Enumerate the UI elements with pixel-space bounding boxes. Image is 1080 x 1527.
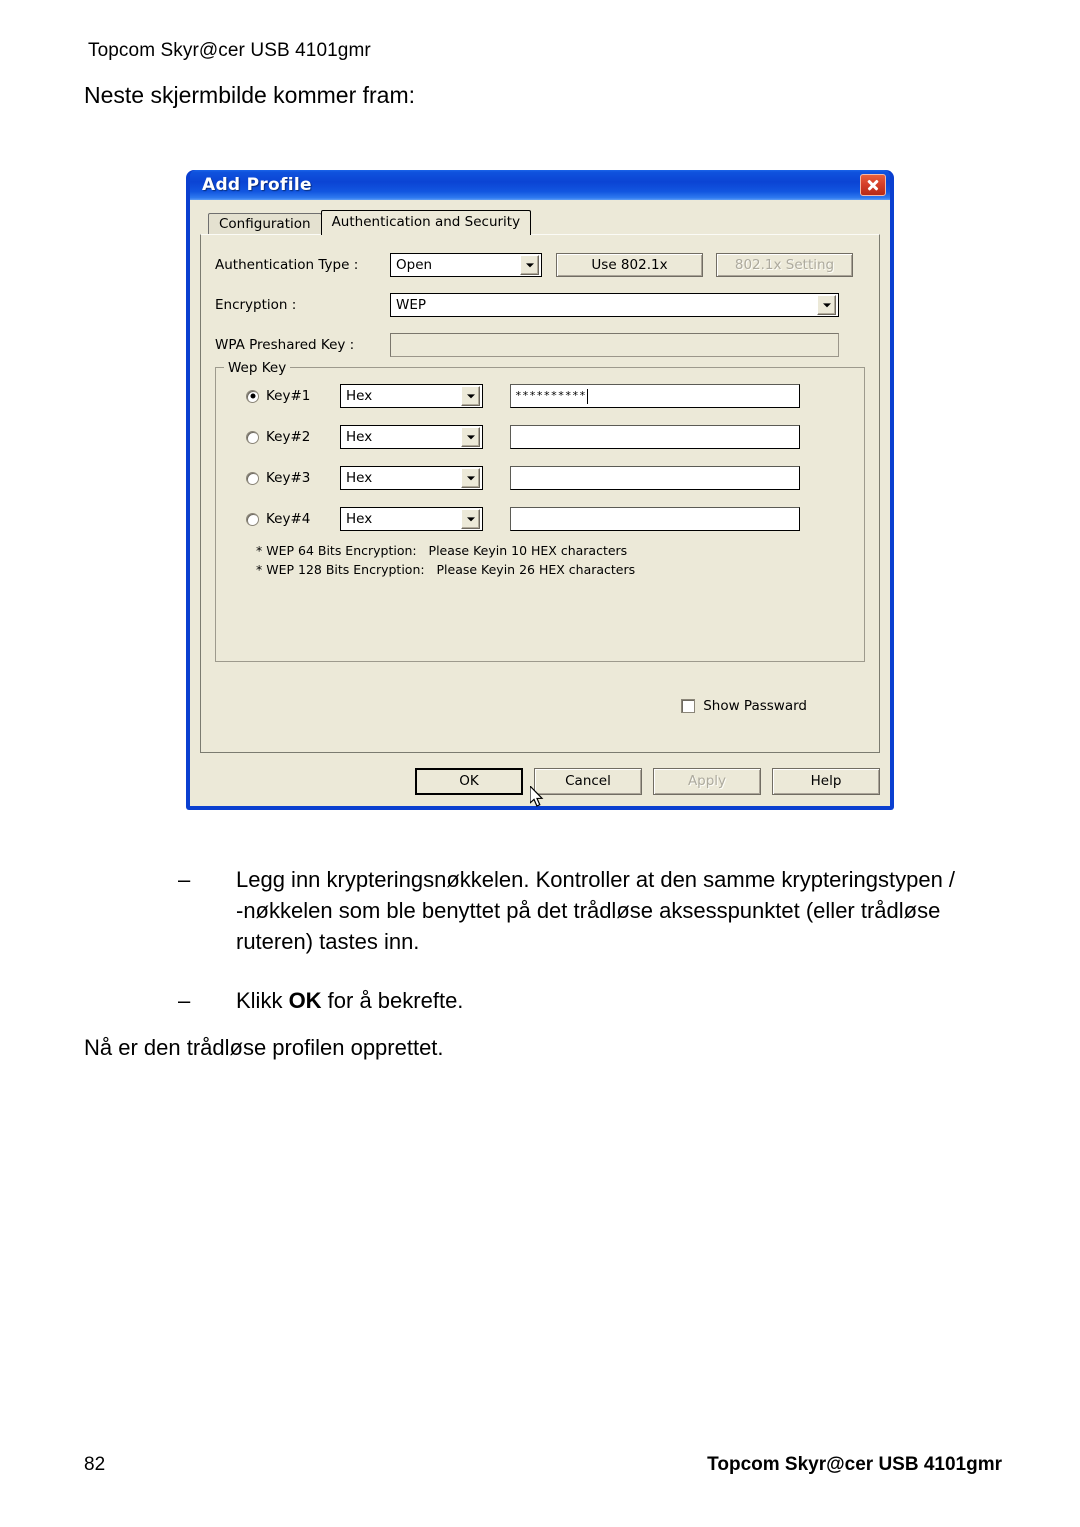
wep-key-format-select-4[interactable]: Hex <box>340 507 483 531</box>
cancel-button-label: Cancel <box>565 773 611 789</box>
wep-key-input-3[interactable] <box>510 466 800 490</box>
chevron-down-icon[interactable] <box>817 295 836 315</box>
radio-icon <box>246 430 259 444</box>
radio-icon <box>246 471 259 485</box>
wep-key-format-value-4: Hex <box>346 511 373 527</box>
chevron-down-icon[interactable] <box>520 255 539 275</box>
wep-key-radio-3[interactable]: Key#3 <box>228 470 340 486</box>
add-profile-dialog: Add Profile Configuration Authentication… <box>186 170 894 810</box>
wep-key-groupbox: Wep Key Key#1 Hex ********** Key#2 Hex K… <box>215 360 865 662</box>
tabstrip: Configuration Authentication and Securit… <box>200 210 880 236</box>
chevron-down-icon[interactable] <box>461 427 480 447</box>
wep-key-label-1: Key#1 <box>266 388 311 404</box>
cancel-button[interactable]: Cancel <box>534 767 642 795</box>
wep-key-row-2: Key#2 Hex <box>228 425 852 449</box>
help-button-label: Help <box>810 773 842 789</box>
tab-configuration[interactable]: Configuration <box>208 213 322 236</box>
dialog-title: Add Profile <box>202 175 312 195</box>
wep-key-format-value-3: Hex <box>346 470 373 486</box>
footer-page-number: 82 <box>84 1454 106 1475</box>
wpa-preshared-key-label: WPA Preshared Key : <box>215 337 355 353</box>
page-intro-text: Neste skjermbilde kommer fram: <box>84 82 416 108</box>
wep-key-format-value-1: Hex <box>346 388 373 404</box>
bullet-text-1: Legg inn krypteringsnøkkelen. Kontroller… <box>236 867 956 954</box>
use-8021x-button-label: Use 802.1x <box>591 257 668 273</box>
bullet-marker: – <box>178 988 191 1013</box>
authentication-type-select[interactable]: Open <box>390 253 542 277</box>
encryption-label: Encryption : <box>215 297 297 313</box>
wep-key-radio-4[interactable]: Key#4 <box>228 511 340 527</box>
show-password-label: Show Passward <box>703 698 807 714</box>
dialog-client-area: Configuration Authentication and Securit… <box>190 200 890 806</box>
wep-hint-128: * WEP 128 Bits Encryption: Please Keyin … <box>256 562 636 577</box>
encryption-select[interactable]: WEP <box>390 293 839 317</box>
show-password-checkbox[interactable]: Show Passward <box>681 698 807 714</box>
ok-button[interactable]: OK <box>415 767 523 795</box>
tab-authentication-and-security[interactable]: Authentication and Security <box>320 210 532 235</box>
instruction-list: – Legg inn krypteringsnøkkelen. Kontroll… <box>178 864 968 1016</box>
wep-key-format-select-2[interactable]: Hex <box>340 425 483 449</box>
8021x-setting-button-label: 802.1x Setting <box>734 257 835 273</box>
wep-key-radio-1[interactable]: Key#1 <box>228 388 340 404</box>
checkbox-icon <box>681 699 696 713</box>
list-item: – Legg inn krypteringsnøkkelen. Kontroll… <box>178 864 968 957</box>
chevron-down-icon[interactable] <box>461 386 480 406</box>
wep-key-label-4: Key#4 <box>266 511 311 527</box>
apply-button-label: Apply <box>687 773 727 789</box>
radio-icon <box>246 512 259 526</box>
bullet-text-2: Klikk OK for å bekrefte. <box>236 985 968 1016</box>
authentication-type-value: Open <box>396 257 433 273</box>
wep-key-value-1: ********** <box>515 388 587 402</box>
use-8021x-button[interactable]: Use 802.1x <box>556 253 703 277</box>
bullet-marker: – <box>178 867 191 892</box>
encryption-value: WEP <box>396 297 427 313</box>
bullet-text-2-bold: OK <box>288 988 322 1013</box>
8021x-setting-button: 802.1x Setting <box>716 253 853 277</box>
authentication-type-label: Authentication Type : <box>215 257 359 273</box>
wep-key-row-1: Key#1 Hex ********** <box>228 384 852 408</box>
wep-key-radio-2[interactable]: Key#2 <box>228 429 340 445</box>
tab-authentication-and-security-label: Authentication and Security <box>331 214 521 230</box>
apply-button: Apply <box>653 767 761 795</box>
dialog-button-bar: OK Cancel Apply Help <box>200 766 880 796</box>
wep-key-label-2: Key#2 <box>266 429 311 445</box>
wep-key-hints: * WEP 64 Bits Encryption: Please Keyin 1… <box>228 541 852 579</box>
radio-icon <box>246 389 259 403</box>
wpa-preshared-key-input <box>390 333 839 357</box>
encryption-row: Encryption : WEP <box>215 293 865 317</box>
dialog-titlebar: Add Profile <box>190 170 890 200</box>
list-item: – Klikk OK for å bekrefte. <box>178 985 968 1016</box>
close-icon[interactable] <box>860 174 886 196</box>
wep-key-legend: Wep Key <box>224 360 291 376</box>
wep-key-label-3: Key#3 <box>266 470 311 486</box>
page-running-header: Topcom Skyr@cer USB 4101gmr <box>88 40 371 61</box>
text-caret <box>587 388 589 404</box>
tab-panel-authentication-and-security: Authentication Type : Open Use 802.1x 80… <box>200 234 880 753</box>
footer-title: Topcom Skyr@cer USB 4101gmr <box>707 1454 1002 1475</box>
tab-configuration-label: Configuration <box>219 216 311 232</box>
wpa-preshared-key-row: WPA Preshared Key : <box>215 333 865 357</box>
chevron-down-icon[interactable] <box>461 468 480 488</box>
wep-key-row-3: Key#3 Hex <box>228 466 852 490</box>
page-closing-text: Nå er den trådløse profilen opprettet. <box>84 1035 444 1060</box>
help-button[interactable]: Help <box>772 767 880 795</box>
wep-key-row-4: Key#4 Hex <box>228 507 852 531</box>
wep-hint-64: * WEP 64 Bits Encryption: Please Keyin 1… <box>256 543 628 558</box>
wep-key-input-2[interactable] <box>510 425 800 449</box>
bullet-text-2-after: for å bekrefte. <box>321 988 464 1013</box>
wep-key-format-select-1[interactable]: Hex <box>340 384 483 408</box>
wep-key-format-value-2: Hex <box>346 429 373 445</box>
wep-key-input-4[interactable] <box>510 507 800 531</box>
wep-key-format-select-3[interactable]: Hex <box>340 466 483 490</box>
ok-button-label: OK <box>459 773 479 789</box>
authentication-type-row: Authentication Type : Open Use 802.1x 80… <box>215 253 865 277</box>
chevron-down-icon[interactable] <box>461 509 480 529</box>
wep-key-input-1[interactable]: ********** <box>510 384 800 408</box>
bullet-text-2-before: Klikk <box>236 988 289 1013</box>
